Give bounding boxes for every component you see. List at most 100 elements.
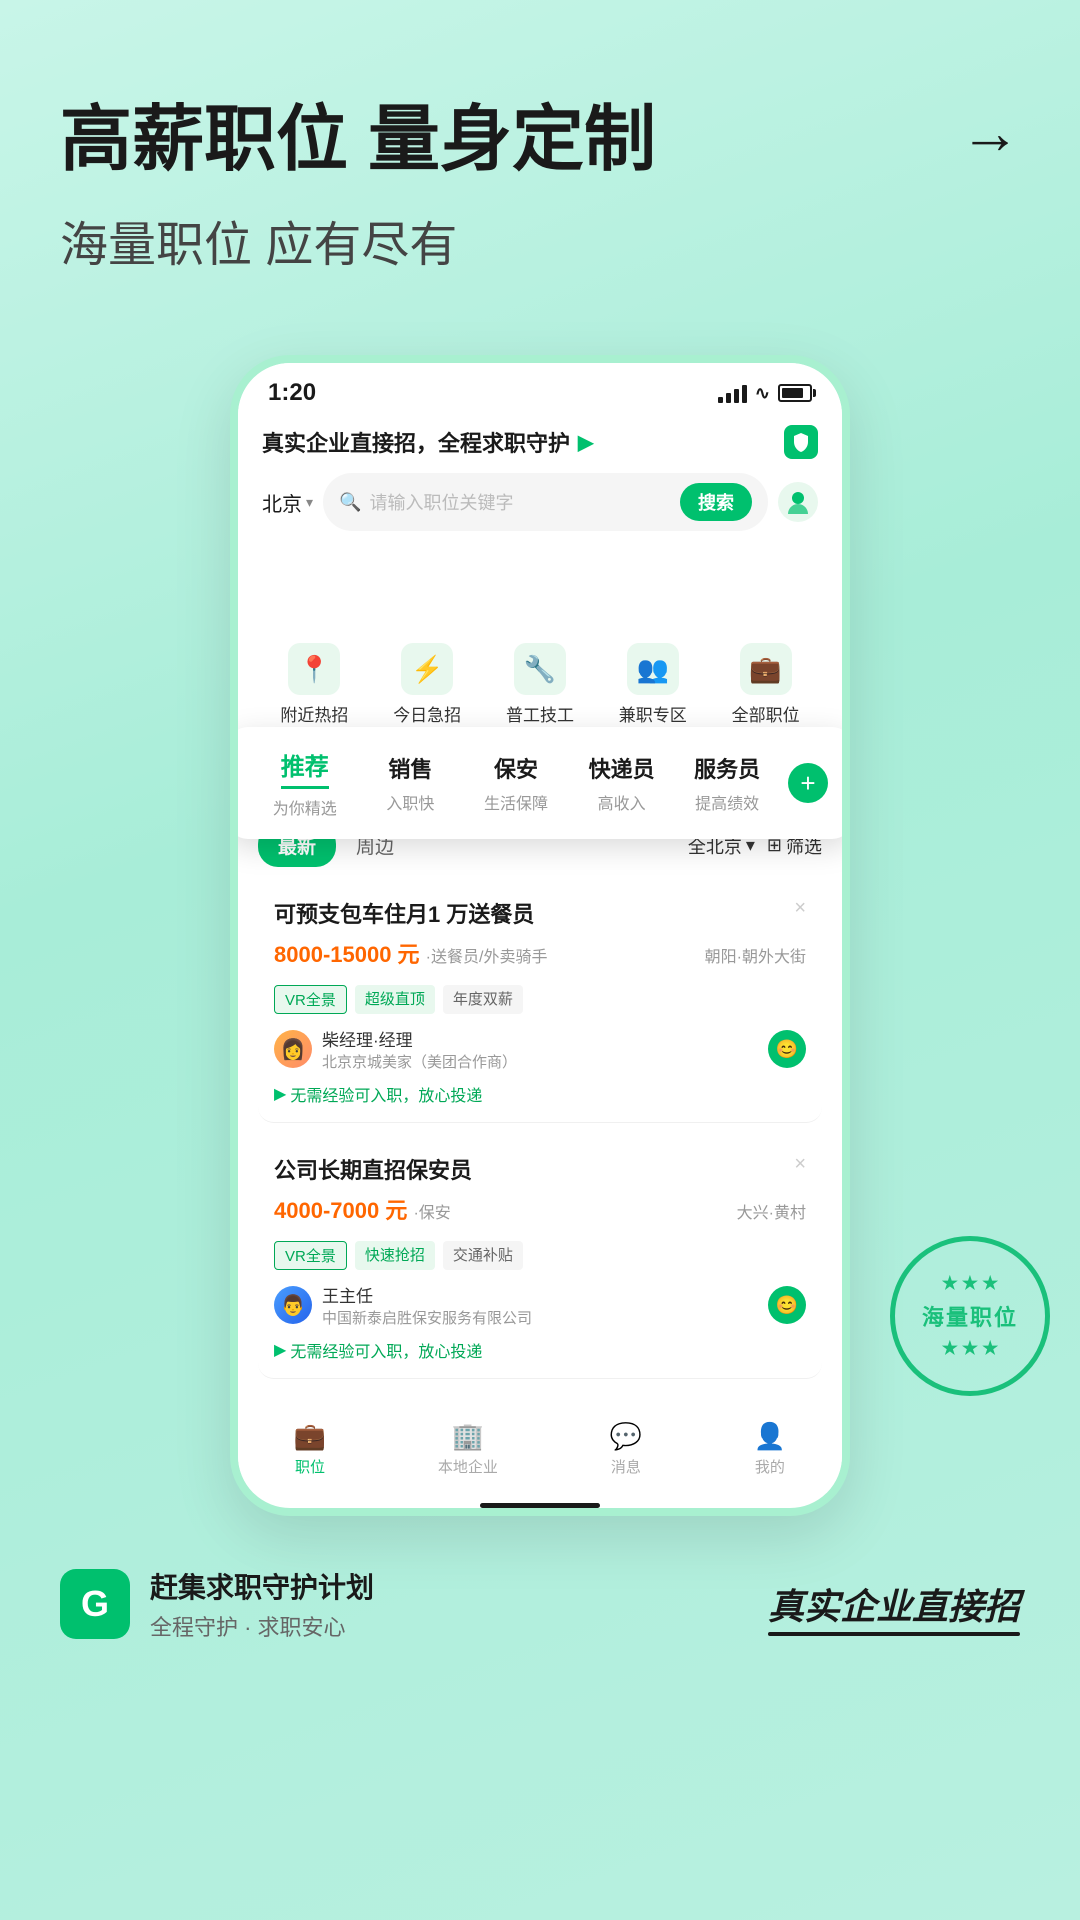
play-icon: ▶ bbox=[578, 430, 593, 455]
tag-top-1: 超级直顶 bbox=[355, 985, 435, 1014]
category-add-button[interactable]: + bbox=[788, 763, 828, 803]
quicknav-nearby[interactable]: 📍 附近热招 bbox=[280, 643, 348, 726]
job-card-1[interactable]: 可预支包车住月1 万送餐员 × 8000-15000 元 ·送餐员/外卖骑手 朝… bbox=[258, 881, 822, 1123]
parttime-icon: 👥 bbox=[627, 643, 679, 695]
quicknav-urgent[interactable]: ⚡ 今日急招 bbox=[393, 643, 461, 726]
hero-section: 高薪职位 量身定制 → 海量职位 应有尽有 bbox=[0, 0, 1080, 355]
tag-fast-2: 快速抢招 bbox=[355, 1241, 435, 1270]
job-tags-1: VR全景 超级直顶 年度双薪 bbox=[274, 985, 806, 1014]
brand-text: 赶集求职守护计划 全程守护 · 求职安心 bbox=[150, 1566, 374, 1642]
slogan-text: 真实企业直接招 bbox=[768, 1586, 1020, 1627]
nearby-icon: 📍 bbox=[288, 643, 340, 695]
chat-icon-1: 😊 bbox=[776, 1039, 798, 1060]
job-location-1: 朝阳·朝外大街 bbox=[705, 943, 806, 967]
star-icon-1: ★ bbox=[942, 1273, 958, 1294]
category-item-service[interactable]: 服务员 提高绩效 bbox=[674, 752, 780, 814]
hero-title: 高薪职位 量身定制 → bbox=[60, 80, 1020, 185]
chat-button-2[interactable]: 😊 bbox=[768, 1286, 806, 1324]
no-exp-label-2: ▶ 无需经验可入职，放心投递 bbox=[274, 1338, 806, 1362]
category-sub: 提高绩效 bbox=[695, 790, 759, 814]
urgent-label: 今日急招 bbox=[393, 701, 461, 726]
nav-companies-label: 本地企业 bbox=[438, 1456, 498, 1477]
job-location-2: 大兴·黄村 bbox=[737, 1199, 806, 1223]
recruiter-avatar-1: 👩 bbox=[274, 1030, 312, 1068]
star-icon-5: ★ bbox=[962, 1338, 978, 1359]
search-box[interactable]: 🔍 请输入职位关键字 搜索 bbox=[323, 473, 768, 531]
job-title-2: 公司长期直招保安员 bbox=[274, 1153, 472, 1185]
star-icon-6: ★ bbox=[982, 1338, 998, 1359]
hero-arrow[interactable]: → bbox=[960, 98, 1020, 167]
category-label: 推荐 bbox=[281, 747, 329, 789]
job-card-2[interactable]: 公司长期直招保安员 × 4000-7000 元 ·保安 大兴·黄村 VR全景 快… bbox=[258, 1137, 822, 1379]
hero-title-text: 高薪职位 量身定制 bbox=[60, 80, 656, 185]
parttime-label: 兼职专区 bbox=[619, 701, 687, 726]
search-button[interactable]: 搜索 bbox=[680, 483, 752, 521]
category-label: 快递员 bbox=[589, 752, 655, 784]
job-salary-1: 8000-15000 元 ·送餐员/外卖骑手 bbox=[274, 937, 547, 969]
nav-messages[interactable]: 💬 消息 bbox=[610, 1421, 642, 1477]
battery-icon bbox=[778, 384, 812, 402]
app-tagline: 真实企业直接招，全程求职守护 ▶ bbox=[262, 425, 818, 459]
nav-companies-icon: 🏢 bbox=[452, 1421, 484, 1452]
close-icon-2[interactable]: × bbox=[794, 1153, 806, 1176]
category-item-recommended[interactable]: 推荐 为你精选 bbox=[252, 747, 358, 819]
quicknav-all[interactable]: 💼 全部职位 bbox=[732, 643, 800, 726]
stamp-badge: ★ ★ ★ 海量职位 ★ ★ ★ bbox=[890, 1236, 1050, 1396]
featured-section: 精选职位 👤 我要招人 最新 周边 全北京 ▾ ⊞ 筛选 bbox=[238, 754, 842, 1409]
recruiter-name-1: 柴经理·经理 bbox=[322, 1026, 758, 1051]
nav-messages-label: 消息 bbox=[611, 1456, 641, 1477]
search-placeholder: 请输入职位关键字 bbox=[369, 489, 672, 515]
category-item-security[interactable]: 保安 生活保障 bbox=[463, 752, 569, 814]
signal-icon bbox=[718, 383, 747, 403]
category-sub: 入职快 bbox=[386, 790, 434, 814]
all-icon: 💼 bbox=[740, 643, 792, 695]
nav-profile-label: 我的 bbox=[755, 1456, 785, 1477]
chat-button-1[interactable]: 😊 bbox=[768, 1030, 806, 1068]
brand-name: 赶集求职守护计划 bbox=[150, 1566, 374, 1606]
tag-vr-2: VR全景 bbox=[274, 1241, 347, 1270]
nav-profile-icon: 👤 bbox=[754, 1421, 786, 1452]
recruiter-name-2: 王主任 bbox=[322, 1282, 758, 1307]
search-row: 北京 ▾ 🔍 请输入职位关键字 搜索 bbox=[262, 473, 818, 531]
category-label: 保安 bbox=[494, 752, 538, 784]
stamp-text: 海量职位 bbox=[922, 1300, 1018, 1332]
category-label: 销售 bbox=[388, 752, 432, 784]
city-caret-icon: ▾ bbox=[306, 494, 313, 511]
app-header: 真实企业直接招，全程求职守护 ▶ 北京 ▾ 🔍 请输入职位关键字 搜索 bbox=[238, 415, 842, 547]
nav-messages-icon: 💬 bbox=[610, 1421, 642, 1452]
nav-jobs[interactable]: 💼 职位 bbox=[294, 1421, 326, 1477]
brand-slogan: 真实企业直接招 bbox=[768, 1578, 1020, 1630]
job-tags-2: VR全景 快速抢招 交通补贴 bbox=[274, 1241, 806, 1270]
worker-icon: 🔧 bbox=[514, 643, 566, 695]
category-item-sales[interactable]: 销售 入职快 bbox=[358, 752, 464, 814]
worker-label: 普工技工 bbox=[506, 701, 574, 726]
tag-bonus-1: 年度双薪 bbox=[443, 985, 523, 1014]
brand-info: G 赶集求职守护计划 全程守护 · 求职安心 bbox=[60, 1566, 374, 1642]
tag-transport-2: 交通补贴 bbox=[443, 1241, 523, 1270]
nav-jobs-icon: 💼 bbox=[294, 1421, 326, 1452]
stamp-stars-bottom: ★ ★ ★ bbox=[942, 1338, 998, 1359]
job-card-top: 可预支包车住月1 万送餐员 × bbox=[274, 897, 806, 929]
shield-badge[interactable] bbox=[784, 425, 818, 459]
chat-icon-2: 😊 bbox=[776, 1295, 798, 1316]
search-icon: 🔍 bbox=[339, 492, 361, 513]
nav-profile[interactable]: 👤 我的 bbox=[754, 1421, 786, 1477]
nav-companies[interactable]: 🏢 本地企业 bbox=[438, 1421, 498, 1477]
category-item-delivery[interactable]: 快递员 高收入 bbox=[569, 752, 675, 814]
status-time: 1:20 bbox=[268, 379, 316, 407]
user-avatar[interactable] bbox=[778, 482, 818, 522]
quicknav-worker[interactable]: 🔧 普工技工 bbox=[506, 643, 574, 726]
category-sub: 生活保障 bbox=[484, 790, 548, 814]
close-icon-1[interactable]: × bbox=[794, 897, 806, 920]
home-indicator bbox=[480, 1503, 600, 1508]
play-arrow-icon-2: ▶ bbox=[274, 1340, 286, 1360]
job-title-1: 可预支包车住月1 万送餐员 bbox=[274, 897, 534, 929]
category-popup: 推荐 为你精选 销售 入职快 保安 生活保障 快递员 高收入 服务员 提高绩 bbox=[230, 727, 850, 839]
status-icons: ∿ bbox=[718, 383, 812, 404]
quicknav-parttime[interactable]: 👥 兼职专区 bbox=[619, 643, 687, 726]
quick-nav: 📍 附近热招 ⚡ 今日急招 🔧 普工技工 👥 兼职专区 💼 全部职位 bbox=[238, 627, 842, 742]
job-salary-2: 4000-7000 元 ·保安 bbox=[274, 1193, 451, 1225]
recruiter-company-2: 中国新泰启胜保安服务有限公司 bbox=[322, 1307, 758, 1328]
city-select[interactable]: 北京 ▾ bbox=[262, 488, 313, 517]
nearby-label: 附近热招 bbox=[280, 701, 348, 726]
